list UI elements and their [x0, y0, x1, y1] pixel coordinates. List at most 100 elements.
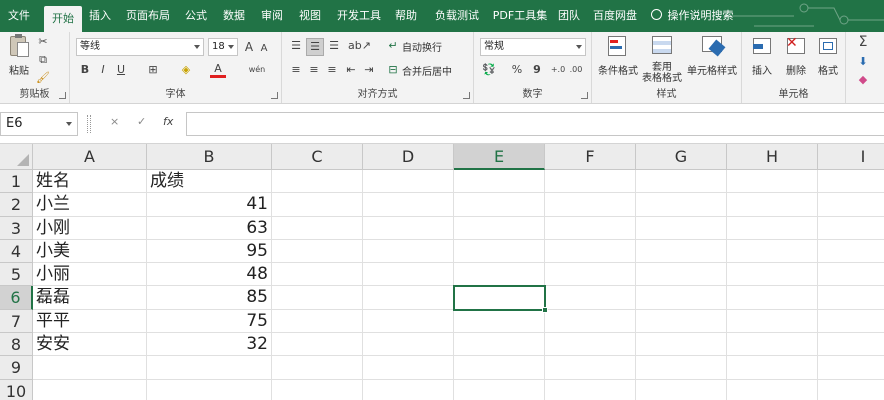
cell-b2[interactable]: 41	[147, 193, 272, 217]
row-header-2[interactable]: 2	[0, 193, 33, 217]
merge-center-icon[interactable]: ⊟	[386, 62, 400, 78]
tab-developer[interactable]: 开发工具	[334, 0, 384, 32]
percent-style-button[interactable]: %	[510, 62, 524, 78]
format-as-table-button[interactable]: 套用 表格格式	[640, 34, 684, 84]
format-painter-icon[interactable]: 🖌	[36, 70, 50, 86]
comma-style-button[interactable]: 9	[530, 62, 544, 78]
column-header-c[interactable]: C	[272, 144, 363, 170]
row-header-9[interactable]: 9	[0, 356, 33, 380]
tab-home[interactable]: 开始	[44, 6, 82, 32]
tab-review[interactable]: 审阅	[256, 0, 288, 32]
formula-input[interactable]	[186, 112, 884, 136]
column-header-i[interactable]: I	[818, 144, 884, 170]
orientation-icon[interactable]: ab↗	[348, 38, 371, 54]
align-bottom-icon[interactable]: ☰	[326, 38, 342, 54]
conditional-formatting-button[interactable]: 条件格式	[596, 34, 640, 77]
tab-data[interactable]: 数据	[218, 0, 250, 32]
paste-button[interactable]: 粘贴	[4, 34, 34, 77]
insert-function-button[interactable]: fx	[163, 115, 173, 128]
tab-load-test[interactable]: 负载测试	[430, 0, 484, 32]
cell-a4[interactable]: 小美	[33, 240, 147, 263]
decrease-decimal-icon[interactable]: .00	[568, 62, 584, 78]
delete-cells-button[interactable]: ✕ 删除	[780, 34, 812, 77]
column-header-h[interactable]: H	[727, 144, 818, 170]
cut-icon[interactable]: ✂	[36, 34, 50, 50]
italic-button[interactable]: I	[96, 62, 110, 78]
cell-styles-button[interactable]: 单元格样式	[686, 34, 738, 77]
number-format-select[interactable]: 常规	[480, 38, 586, 56]
row-header-4[interactable]: 4	[0, 240, 33, 263]
column-header-e[interactable]: E	[454, 144, 545, 170]
decrease-indent-icon[interactable]: ⇤	[344, 62, 358, 78]
grow-font-icon[interactable]: A	[242, 39, 256, 55]
formula-bar-splitter[interactable]	[87, 115, 91, 133]
row-header-1[interactable]: 1	[0, 170, 33, 193]
tab-pdf-tools[interactable]: PDF工具集	[490, 0, 550, 32]
fill-color-icon[interactable]: ◈	[178, 62, 194, 78]
increase-indent-icon[interactable]: ⇥	[362, 62, 376, 78]
font-name-select[interactable]: 等线	[76, 38, 204, 56]
format-cells-button[interactable]: 格式	[812, 34, 844, 77]
font-color-icon[interactable]: A	[210, 62, 226, 78]
alignment-dialog-launcher[interactable]	[463, 92, 470, 99]
align-center-icon[interactable]: ≡	[306, 62, 322, 78]
shrink-font-icon[interactable]: A	[258, 41, 270, 57]
increase-decimal-icon[interactable]: +.0	[550, 62, 566, 78]
cell-a6[interactable]: 磊磊	[33, 286, 147, 310]
tab-baidu-netdisk[interactable]: 百度网盘	[592, 0, 638, 32]
row-header-7[interactable]: 7	[0, 310, 33, 333]
bold-button[interactable]: B	[78, 62, 92, 78]
row-header-8[interactable]: 8	[0, 333, 33, 356]
column-header-a[interactable]: A	[33, 144, 147, 170]
tab-help[interactable]: 帮助	[390, 0, 422, 32]
copy-icon[interactable]: ⧉	[36, 52, 50, 68]
clear-icon[interactable]: ◆	[856, 72, 870, 88]
cell-a5[interactable]: 小丽	[33, 263, 147, 286]
cell-a1[interactable]: 姓名	[33, 170, 147, 193]
borders-icon[interactable]: ⊞	[146, 62, 160, 78]
select-all-button[interactable]	[0, 144, 33, 170]
cell-b4[interactable]: 95	[147, 240, 272, 263]
align-left-icon[interactable]: ≡	[288, 62, 304, 78]
cell-a7[interactable]: 平平	[33, 310, 147, 333]
row-header-10[interactable]: 10	[0, 380, 33, 400]
insert-cells-button[interactable]: 插入	[746, 34, 778, 77]
column-header-f[interactable]: F	[545, 144, 636, 170]
cell-b1[interactable]: 成绩	[147, 170, 272, 193]
column-header-d[interactable]: D	[363, 144, 454, 170]
number-dialog-launcher[interactable]	[581, 92, 588, 99]
fill-handle[interactable]	[542, 307, 548, 313]
fill-icon[interactable]: ⬇	[856, 54, 870, 70]
tab-page-layout[interactable]: 页面布局	[124, 0, 172, 32]
cell-b8[interactable]: 32	[147, 333, 272, 356]
cell-a3[interactable]: 小刚	[33, 217, 147, 240]
column-header-g[interactable]: G	[636, 144, 727, 170]
cancel-icon[interactable]: ×	[110, 115, 119, 128]
wrap-text-icon[interactable]: ↵	[386, 38, 400, 54]
column-header-b[interactable]: B	[147, 144, 272, 170]
align-right-icon[interactable]: ≡	[324, 62, 340, 78]
name-box[interactable]: E6	[0, 112, 78, 136]
cell-b5[interactable]: 48	[147, 263, 272, 286]
cell-a2[interactable]: 小兰	[33, 193, 147, 217]
underline-button[interactable]: U	[114, 62, 128, 78]
tab-view[interactable]: 视图	[294, 0, 326, 32]
wrap-text-button[interactable]: 自动换行	[402, 38, 442, 54]
font-size-select[interactable]: 18	[208, 38, 238, 56]
row-header-5[interactable]: 5	[0, 263, 33, 286]
cell-b6[interactable]: 85	[147, 286, 272, 310]
active-cell-e6[interactable]	[453, 285, 548, 313]
align-middle-icon[interactable]: ☰	[306, 38, 324, 56]
enter-icon[interactable]: ✓	[137, 115, 146, 128]
phonetic-guide-icon[interactable]: wén	[246, 62, 268, 78]
row-header-3[interactable]: 3	[0, 217, 33, 240]
autosum-icon[interactable]: Σ	[856, 34, 870, 50]
tab-formulas[interactable]: 公式	[180, 0, 212, 32]
clipboard-dialog-launcher[interactable]	[59, 92, 66, 99]
tab-team[interactable]: 团队	[554, 0, 584, 32]
tab-insert[interactable]: 插入	[84, 0, 116, 32]
cell-b7[interactable]: 75	[147, 310, 272, 333]
merge-center-button[interactable]: 合并后居中	[402, 62, 452, 78]
cell-b3[interactable]: 63	[147, 217, 272, 240]
accounting-format-icon[interactable]: 💱	[480, 62, 498, 78]
